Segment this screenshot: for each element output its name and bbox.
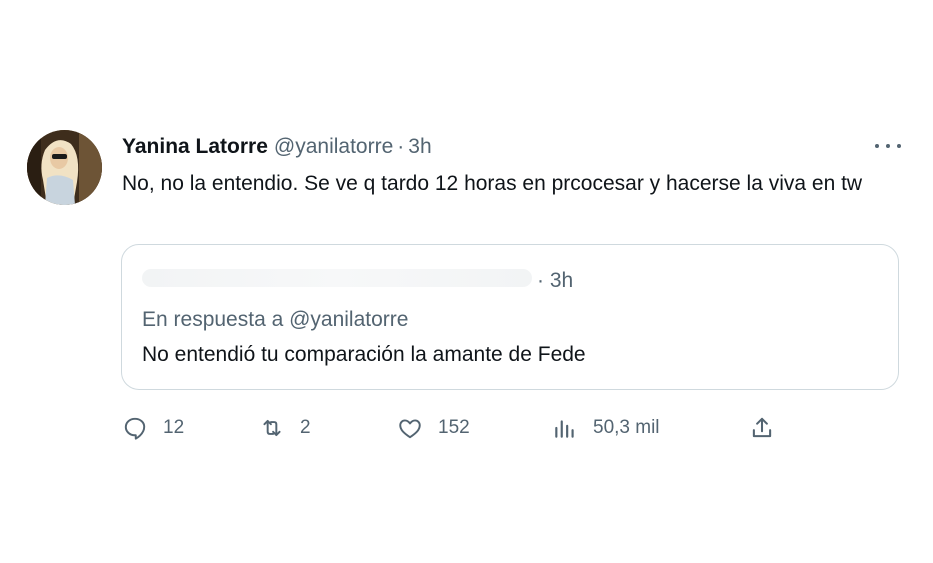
quoted-tweet[interactable]: · 3h En respuesta a @yanilatorre No ente… <box>121 244 899 390</box>
tweet-header: Yanina Latorre @yanilatorre · 3h <box>122 133 432 161</box>
tweet[interactable]: Yanina Latorre @yanilatorre · 3h No, no … <box>0 0 933 563</box>
more-dot <box>875 144 879 148</box>
retweet-count: 2 <box>300 417 311 438</box>
action-bar: 12 2 152 50,3 mil <box>0 410 933 446</box>
reply-count: 12 <box>163 417 185 438</box>
more-horizontal-icon[interactable] <box>875 138 901 154</box>
views-button[interactable]: 50,3 mil <box>552 410 660 446</box>
tweet-text: No, no la entendio. Se ve q tardo 12 hor… <box>122 172 863 195</box>
more-dot <box>897 144 901 148</box>
retweet-button[interactable]: 2 <box>259 410 311 446</box>
views-icon <box>555 420 574 438</box>
author-handle[interactable]: @yanilatorre <box>274 135 393 159</box>
reply-button[interactable]: 12 <box>122 410 184 446</box>
like-button[interactable]: 152 <box>397 410 470 446</box>
views-count: 50,3 mil <box>593 417 660 438</box>
quoted-timestamp: · 3h <box>537 269 574 292</box>
like-count: 152 <box>438 417 470 438</box>
reply-to-label: En respuesta a @yanilatorre <box>142 308 409 331</box>
like-icon <box>399 419 421 439</box>
avatar-image <box>27 130 102 205</box>
tweet-timestamp[interactable]: 3h <box>408 135 431 159</box>
author-name[interactable]: Yanina Latorre <box>122 135 268 159</box>
retweet-icon <box>263 419 281 437</box>
avatar[interactable] <box>27 130 102 205</box>
reply-icon <box>124 417 146 440</box>
blurred-author <box>142 269 532 287</box>
separator-dot: · <box>397 135 405 158</box>
more-dot <box>886 144 890 148</box>
share-icon <box>752 417 772 438</box>
share-button[interactable] <box>749 410 775 446</box>
quoted-text: No entendió tu comparación la amante de … <box>142 343 586 366</box>
